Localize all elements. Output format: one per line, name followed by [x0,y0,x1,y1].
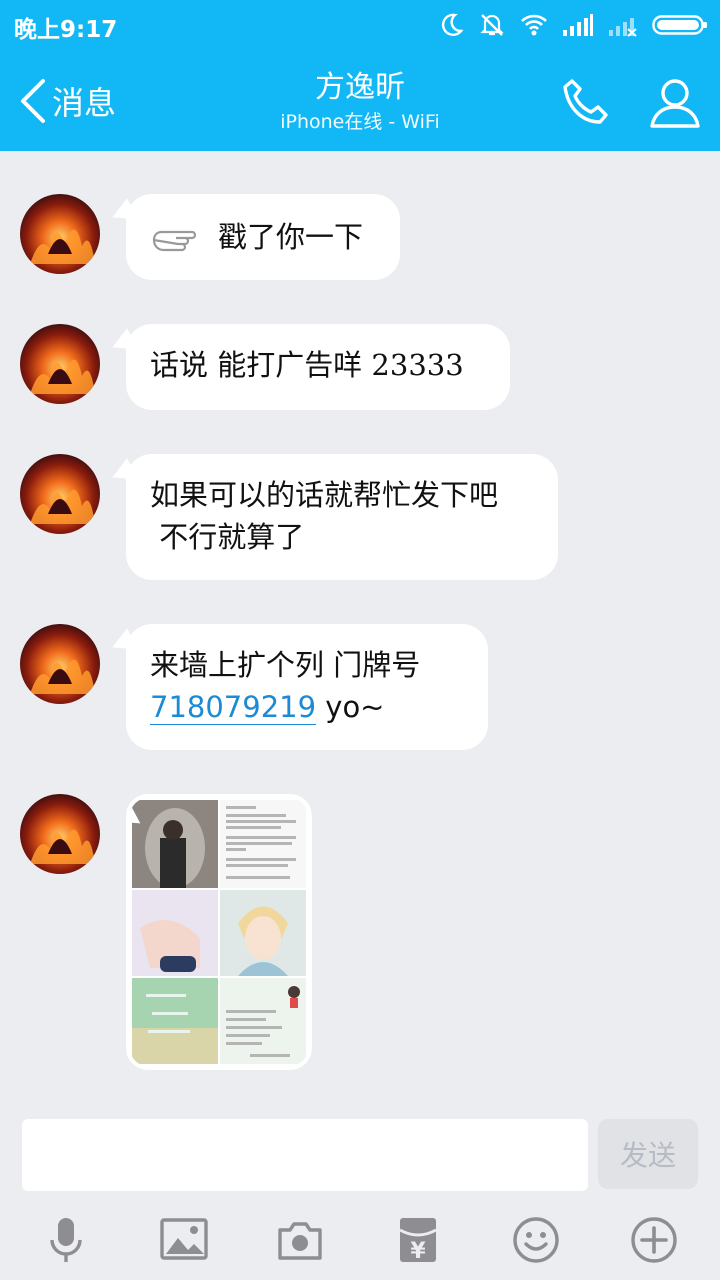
mute-bell-icon [480,14,504,36]
message-row: 话说 能打广告咩 23333 [20,324,510,410]
back-button[interactable]: 消息 [18,76,116,126]
avatar[interactable] [20,454,100,534]
image-message-bubble[interactable] [126,794,312,1070]
qq-number-link[interactable]: 718079219 [150,690,317,725]
send-button[interactable]: 发送 [598,1119,698,1189]
message-bubble[interactable]: 戳了你一下 [126,194,400,280]
avatar[interactable] [20,794,100,874]
status-time: 晚上9:17 [14,17,118,43]
chat-header: 消息 方逸昕 iPhone在线 - WiFi [0,50,720,151]
message-row: 如果可以的话就帮忙发下吧 不行就算了 [20,454,558,580]
signal-empty-icon [609,18,637,37]
camera-icon[interactable] [276,1216,324,1264]
input-toolbar: ¥ [0,1200,720,1280]
svg-text:¥: ¥ [410,1239,426,1264]
message-bubble[interactable]: 话说 能打广告咩 23333 [126,324,510,410]
message-text-line: 如果可以的话就帮忙发下吧 [150,478,499,512]
moon-icon [441,13,464,36]
profile-icon[interactable] [648,76,702,130]
emoji-icon[interactable] [512,1216,560,1264]
poke-hand-icon [152,230,197,252]
message-row: 戳了你一下 [20,194,400,280]
message-bubble[interactable]: 来墙上扩个列 门牌号 718079219 yo~ [126,624,488,750]
avatar[interactable] [20,624,100,704]
status-icons [438,10,708,40]
microphone-icon[interactable] [42,1216,90,1264]
battery-icon [652,15,707,35]
input-area: 发送 [0,1104,720,1200]
message-text: 话说 能打广告咩 23333 [150,348,464,382]
message-text-line: 来墙上扩个列 门牌号 [150,648,421,682]
avatar[interactable] [20,324,100,404]
collage-image[interactable] [130,798,308,1066]
contact-info[interactable]: 方逸昕 iPhone在线 - WiFi [180,70,540,136]
chevron-left-icon [21,79,45,123]
message-text-line: 不行就算了 [150,520,305,554]
back-label: 消息 [52,84,117,122]
red-packet-icon[interactable]: ¥ [394,1216,442,1264]
image-icon[interactable] [160,1216,208,1264]
message-text: 戳了你一下 [218,220,364,254]
wifi-icon [521,14,547,36]
message-input[interactable] [22,1119,588,1191]
message-text-line: 718079219 yo~ [150,686,464,728]
contact-status: iPhone在线 - WiFi [280,111,440,133]
contact-name: 方逸昕 [315,70,405,105]
phone-icon[interactable] [560,76,614,130]
message-row [20,794,312,1070]
message-bubble[interactable]: 如果可以的话就帮忙发下吧 不行就算了 [126,454,558,580]
plus-icon[interactable] [630,1216,678,1264]
status-bar: 晚上9:17 [0,0,720,50]
message-row: 来墙上扩个列 门牌号 718079219 yo~ [20,624,488,750]
signal-icon [563,14,593,36]
message-text-tail: yo~ [316,690,385,724]
avatar[interactable] [20,194,100,274]
